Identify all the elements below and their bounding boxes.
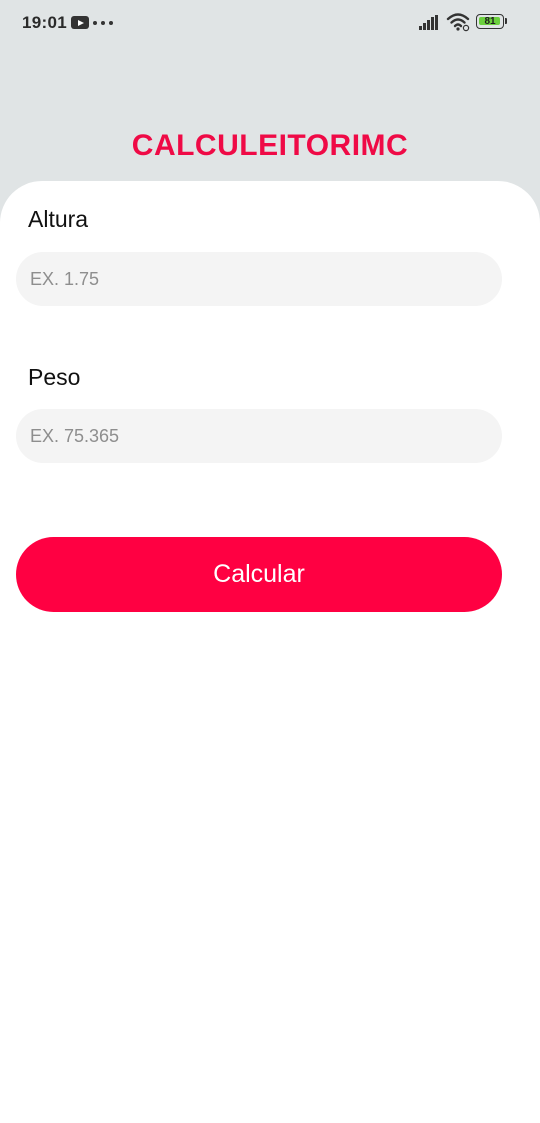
battery-icon: 81: [476, 14, 508, 31]
status-time: 19:01: [22, 13, 67, 32]
height-input[interactable]: [16, 252, 502, 306]
youtube-icon: [71, 16, 89, 29]
app-title: CALCULEITORIMC: [131, 129, 409, 162]
status-bar: 19:01 81: [0, 0, 540, 46]
battery-level: 81: [484, 16, 496, 27]
more-dots-icon: [93, 21, 115, 25]
form-card: Altura Peso Calcular: [0, 181, 540, 1123]
weight-input[interactable]: [16, 409, 502, 463]
weight-label: Peso: [28, 364, 81, 390]
height-label: Altura: [28, 206, 89, 232]
signal-icon: [419, 15, 438, 30]
wifi-icon: [446, 13, 470, 32]
calculate-button[interactable]: Calcular: [16, 537, 502, 612]
